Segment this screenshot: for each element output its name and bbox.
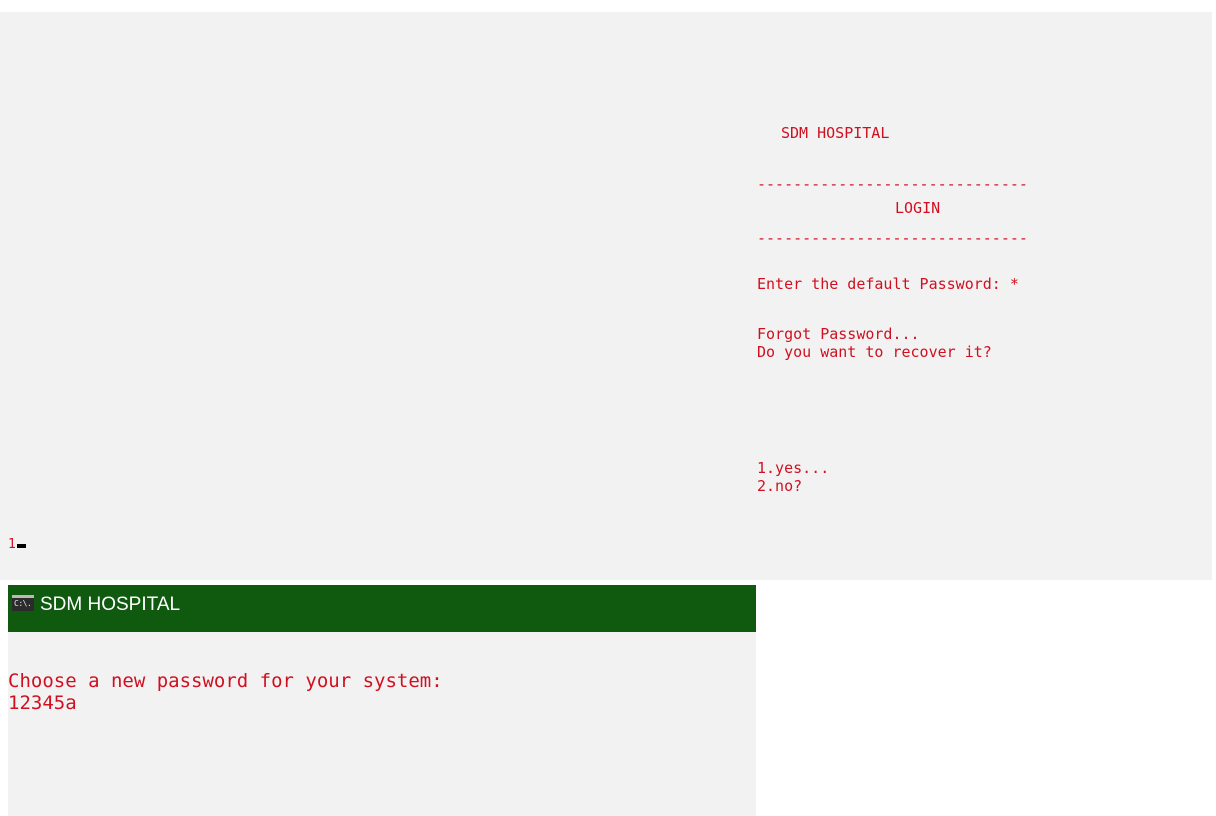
forgot-password-text: Forgot Password... — [757, 325, 920, 343]
option-yes: 1.yes... — [757, 459, 830, 477]
new-password-prompt: Choose a new password for your system: — [8, 670, 443, 692]
text-cursor — [16, 544, 26, 548]
console-window-login[interactable]: SDM HOSPITAL ---------------------------… — [0, 12, 1212, 580]
recover-question: Do you want to recover it? — [757, 343, 992, 361]
window-title: SDM HOSPITAL — [40, 594, 181, 615]
console-input-line[interactable]: 1 — [8, 537, 26, 553]
hospital-title: SDM HOSPITAL — [781, 124, 890, 142]
option-no: 2.no? — [757, 477, 803, 495]
new-password-value[interactable]: 12345a — [8, 692, 77, 714]
cmd-icon: C:\. — [12, 595, 34, 611]
window-titlebar[interactable]: C:\. SDM HOSPITAL — [8, 585, 756, 632]
separator-top: ------------------------------ — [757, 175, 1028, 193]
login-heading: LOGIN — [895, 199, 941, 217]
console-window-new-password[interactable]: C:\. SDM HOSPITAL Choose a new password … — [8, 585, 756, 816]
typed-input: 1 — [8, 537, 16, 552]
separator-bottom: ------------------------------ — [757, 229, 1028, 247]
password-prompt: Enter the default Password: * — [757, 275, 1019, 293]
cmd-icon-label: C:\. — [14, 599, 32, 608]
